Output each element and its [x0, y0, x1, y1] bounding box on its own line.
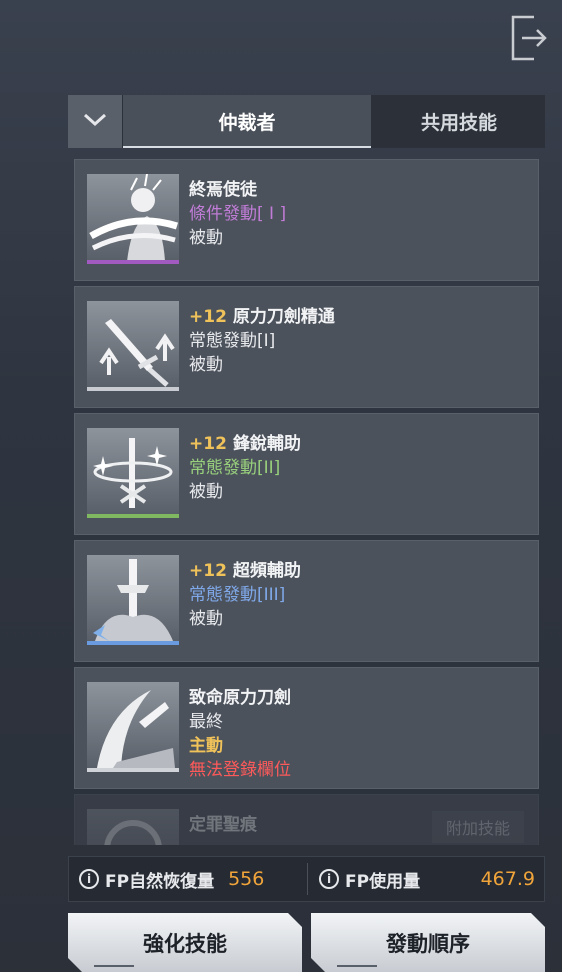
fp-recovery[interactable]: i FP自然恢復量 556	[79, 857, 264, 901]
fp-usage-label: FP使用量	[345, 871, 421, 892]
skill-level: +12	[189, 307, 227, 327]
enhance-skill-button[interactable]: 強化技能	[68, 913, 302, 972]
skill-kind: 被動	[189, 355, 223, 375]
skill-icon-overclock-assist	[87, 555, 179, 645]
skill-kind: 被動	[189, 228, 223, 248]
skill-tabs: 仲裁者 共用技能	[68, 95, 545, 148]
divider	[307, 863, 308, 895]
exit-icon[interactable]	[510, 14, 548, 62]
extra-skill-badge: 附加技能	[432, 811, 524, 843]
info-icon[interactable]: i	[319, 869, 339, 889]
skill-card[interactable]: +12 鋒銳輔助 常態發動[II] 被動	[74, 413, 539, 535]
skill-kind: 被動	[189, 609, 223, 629]
skill-card[interactable]: 致命原力刀劍 最終 主動 無法登錄欄位	[74, 667, 539, 789]
skill-level: +12	[189, 561, 227, 581]
tab-arbiter[interactable]: 仲裁者	[123, 95, 371, 148]
fp-usage-value: 467.9	[480, 868, 535, 890]
skill-name: 原力刀劍精通	[232, 307, 335, 327]
skill-name: 鋒銳輔助	[232, 434, 301, 454]
info-icon[interactable]: i	[79, 869, 99, 889]
skill-name: 致命原力刀劍	[189, 688, 291, 708]
skill-name: 終焉使徒	[189, 180, 257, 200]
button-decoration	[94, 965, 134, 967]
fp-recovery-label: FP自然恢復量	[105, 871, 215, 892]
skill-trigger: 最終	[189, 712, 223, 732]
skill-list[interactable]: 終焉使徒 條件發動[ I ] 被動 +12 原力刀劍精通 常態發動[I] 被動	[68, 155, 545, 845]
skill-icon-stigma	[87, 809, 179, 845]
skill-trigger: 常態發動[I]	[189, 331, 276, 351]
fp-stats-bar: i FP自然恢復量 556 i FP使用量 467.9	[68, 856, 545, 902]
skill-kind: 被動	[189, 482, 223, 502]
skill-trigger: 常態發動[II]	[189, 458, 281, 478]
skill-card[interactable]: 終焉使徒 條件發動[ I ] 被動	[74, 159, 539, 281]
enhance-skill-label: 強化技能	[143, 931, 227, 956]
skill-icon-sword-mastery	[87, 301, 179, 391]
skill-card[interactable]: +12 原力刀劍精通 常態發動[I] 被動	[74, 286, 539, 408]
skill-icon-sharp-assist	[87, 428, 179, 518]
skill-kind: 主動	[189, 736, 223, 756]
fp-usage[interactable]: i FP使用量 467.9	[319, 857, 535, 901]
skill-card-locked[interactable]: 定罪聖痕 附加技能	[74, 794, 539, 845]
skill-card[interactable]: +12 超頻輔助 常態發動[III] 被動	[74, 540, 539, 662]
skill-icon-apostle	[87, 174, 179, 264]
activation-order-label: 發動順序	[386, 931, 470, 956]
skill-icon-lethal-sword	[87, 682, 179, 772]
activation-order-button[interactable]: 發動順序	[311, 913, 545, 972]
skill-trigger: 條件發動[ I ]	[189, 204, 287, 224]
skill-level: +12	[189, 434, 227, 454]
skill-warning: 無法登錄欄位	[189, 760, 291, 780]
skill-trigger: 常態發動[III]	[189, 585, 286, 605]
dropdown-button[interactable]	[68, 95, 122, 148]
chevron-down-icon	[83, 112, 107, 131]
skill-name: 超頻輔助	[232, 561, 301, 581]
tab-shared-skills[interactable]: 共用技能	[373, 95, 545, 148]
button-decoration	[337, 965, 377, 967]
fp-recovery-value: 556	[228, 868, 265, 890]
